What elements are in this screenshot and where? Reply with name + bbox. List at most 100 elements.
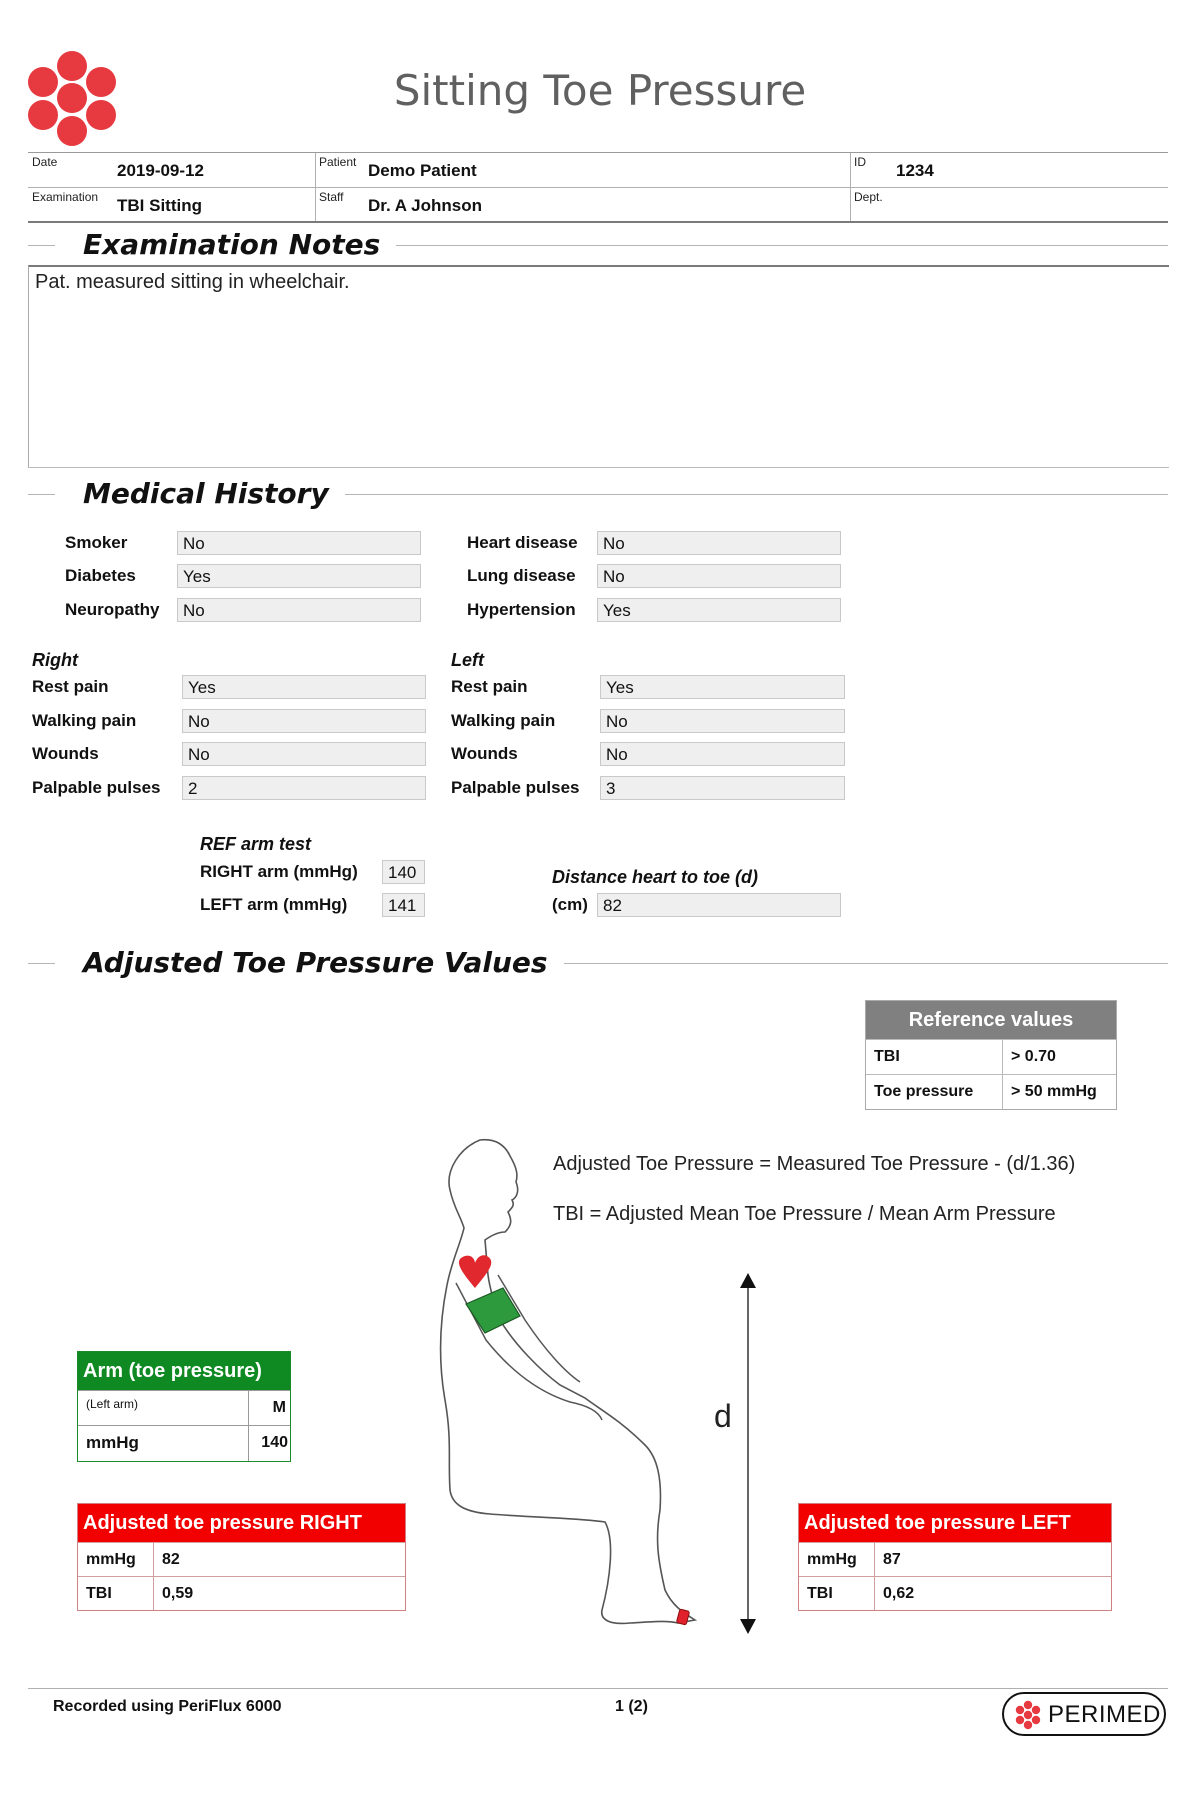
- diabetes-label: Diabetes: [65, 566, 136, 585]
- right-rest-pain-label: Rest pain: [32, 677, 109, 696]
- left-rest-pain-field: Yes: [600, 675, 845, 699]
- neuropathy-field: No: [177, 598, 421, 622]
- examination-notes-box: Pat. measured sitting in wheelchair.: [28, 265, 1169, 468]
- adjusted-right-mmhg: 82: [162, 1551, 180, 1568]
- adjusted-right-row: TBI 0,59: [78, 1576, 405, 1610]
- adjusted-left-box: Adjusted toe pressure LEFT mmHg 87 TBI 0…: [798, 1503, 1112, 1611]
- diabetes-field: Yes: [177, 564, 421, 588]
- perimed-badge: PERIMED: [1002, 1692, 1166, 1736]
- heart-disease-label: Heart disease: [467, 533, 578, 552]
- arm-box-value: 140: [261, 1434, 288, 1451]
- arm-box-row: mmHg 140: [78, 1425, 290, 1461]
- section-heading: Examination Notes: [55, 225, 397, 265]
- recorded-using-text: Recorded using PeriFlux 6000: [53, 1698, 282, 1715]
- right-arm-label: RIGHT arm (mmHg): [200, 862, 358, 881]
- left-rest-pain-label: Rest pain: [451, 677, 528, 696]
- left-side-heading: Left: [451, 650, 484, 670]
- hypertension-field: Yes: [597, 598, 841, 622]
- section-heading: Medical History: [55, 474, 345, 514]
- tbi-label: TBI: [78, 1577, 154, 1610]
- arm-pressure-box: Arm (toe pressure) (Left arm) M mmHg 140: [77, 1351, 291, 1462]
- tbi-label: TBI: [799, 1577, 875, 1610]
- lung-disease-label: Lung disease: [467, 566, 576, 585]
- ref-arm-heading: REF arm test: [200, 834, 312, 854]
- neuropathy-label: Neuropathy: [65, 600, 160, 619]
- section-adjusted-values: Adjusted Toe Pressure Values: [28, 943, 1168, 983]
- adjusted-right-box: Adjusted toe pressure RIGHT mmHg 82 TBI …: [77, 1503, 406, 1611]
- section-examination-notes: Examination Notes: [28, 225, 1168, 265]
- left-wounds-field: No: [600, 742, 845, 766]
- patient-header: Date 2019-09-12 Patient Demo Patient ID …: [28, 152, 1168, 223]
- distance-heading: Distance heart to toe (d): [552, 867, 759, 887]
- patient-label: Patient: [319, 155, 357, 169]
- adjusted-right-title: Adjusted toe pressure RIGHT: [78, 1504, 405, 1542]
- reference-value: > 0.70: [1011, 1048, 1056, 1065]
- examination-label: Examination: [32, 190, 99, 204]
- dept-label: Dept.: [854, 190, 883, 204]
- right-palpable-pulses-field: 2: [182, 776, 426, 800]
- perimed-dots-icon: [1015, 1700, 1041, 1730]
- id-label: ID: [854, 155, 866, 169]
- sitting-figure-diagram: [439, 1138, 698, 1626]
- id-value: 1234: [896, 161, 934, 180]
- reference-row: TBI > 0.70: [866, 1039, 1116, 1074]
- mmhg-label: mmHg: [799, 1543, 875, 1576]
- right-walking-pain-label: Walking pain: [32, 711, 137, 730]
- left-wounds-label: Wounds: [451, 744, 518, 763]
- distance-unit-label: (cm): [552, 895, 588, 914]
- distance-arrow-icon: [740, 1273, 756, 1634]
- examination-value: TBI Sitting: [117, 196, 202, 215]
- footer-divider: [28, 1688, 1168, 1689]
- reference-values-title: Reference values: [866, 1001, 1116, 1039]
- patient-cell: Patient Demo Patient: [315, 153, 850, 187]
- reference-value: > 50 mmHg: [1011, 1083, 1097, 1100]
- adjusted-left-tbi: 0,62: [883, 1585, 915, 1602]
- reference-row: Toe pressure > 50 mmHg: [866, 1074, 1116, 1109]
- heart-disease-field: No: [597, 531, 841, 555]
- reference-label: Toe pressure: [866, 1075, 1003, 1109]
- dept-cell: Dept.: [850, 188, 1168, 222]
- adjusted-left-row: TBI 0,62: [799, 1576, 1111, 1610]
- body-outline: [439, 1138, 698, 1625]
- left-arm-label: LEFT arm (mmHg): [200, 895, 348, 914]
- hypertension-label: Hypertension: [467, 600, 576, 619]
- right-wounds-label: Wounds: [32, 744, 99, 763]
- right-palpable-pulses-label: Palpable pulses: [32, 778, 161, 797]
- date-label: Date: [32, 155, 58, 169]
- right-wounds-field: No: [182, 742, 426, 766]
- perimed-brand-text: PERIMED: [1048, 1701, 1161, 1728]
- adjusted-right-row: mmHg 82: [78, 1542, 405, 1576]
- page-title: Sitting Toe Pressure: [393, 66, 807, 115]
- arm-box-title: Arm (toe pressure): [78, 1352, 290, 1390]
- reference-label: TBI: [866, 1040, 1003, 1074]
- arm-box-sub-value: M: [272, 1399, 286, 1416]
- examination-notes-text: Pat. measured sitting in wheelchair.: [35, 271, 350, 293]
- adjusted-left-mmhg: 87: [883, 1551, 901, 1568]
- page-number: 1 (2): [615, 1698, 648, 1715]
- smoker-label: Smoker: [65, 533, 128, 552]
- smoker-field: No: [177, 531, 421, 555]
- adjusted-left-row: mmHg 87: [799, 1542, 1111, 1576]
- lung-disease-field: No: [597, 564, 841, 588]
- date-value: 2019-09-12: [117, 161, 204, 180]
- left-palpable-pulses-label: Palpable pulses: [451, 778, 580, 797]
- arm-box-row: (Left arm) M: [78, 1390, 290, 1425]
- arm-box-sub-label: (Left arm): [78, 1391, 249, 1425]
- left-walking-pain-field: No: [600, 709, 845, 733]
- arm-box-unit: mmHg: [78, 1426, 249, 1461]
- id-cell: ID 1234: [850, 153, 1168, 187]
- adjusted-left-title: Adjusted toe pressure LEFT: [799, 1504, 1111, 1542]
- patient-value: Demo Patient: [368, 161, 477, 180]
- right-arm-field: 140: [382, 860, 425, 884]
- staff-value: Dr. A Johnson: [368, 196, 482, 215]
- staff-label: Staff: [319, 190, 344, 204]
- examination-cell: Examination TBI Sitting: [28, 188, 315, 222]
- right-walking-pain-field: No: [182, 709, 426, 733]
- reference-values-table: Reference values TBI > 0.70 Toe pressure…: [865, 1000, 1117, 1110]
- distance-d-label: d: [714, 1398, 732, 1434]
- left-walking-pain-label: Walking pain: [451, 711, 556, 730]
- mmhg-label: mmHg: [78, 1543, 154, 1576]
- section-medical-history: Medical History: [28, 474, 1168, 514]
- section-heading: Adjusted Toe Pressure Values: [55, 943, 564, 983]
- right-rest-pain-field: Yes: [182, 675, 426, 699]
